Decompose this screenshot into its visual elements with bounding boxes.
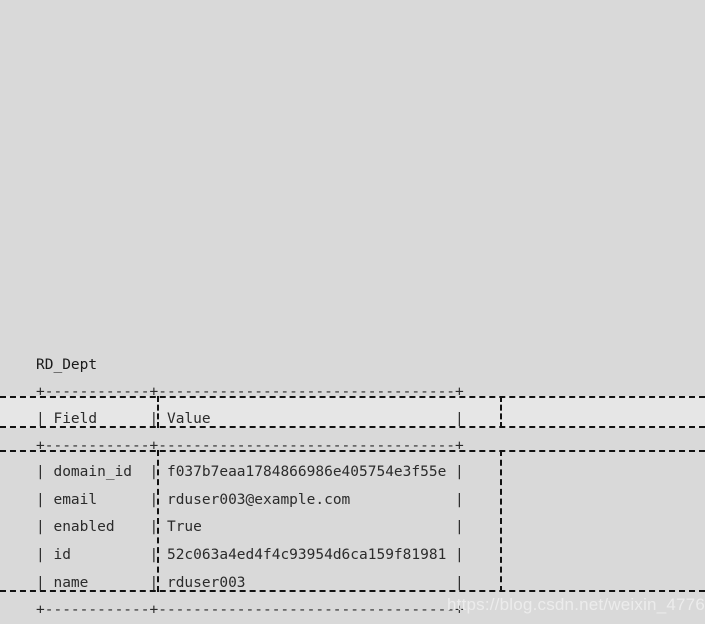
table-border-middle: +------------+--------------------------… <box>0 438 464 454</box>
table-cell-value: | f037b7eaa1784866986e405754e3f55e <box>149 464 456 480</box>
table-cell-field: | name <box>36 575 150 591</box>
table-row: | name | rduser003 | <box>0 575 464 591</box>
table-cell-end: | <box>455 575 464 591</box>
watermark: https://blog.csdn.net/weixin_47768822 <box>447 595 705 614</box>
table-row: | domain_id | f037b7eaa1784866986e405754… <box>0 464 464 480</box>
table-cell-end: | <box>455 547 464 563</box>
table-cell-value: | rduser003@example.com <box>149 492 456 508</box>
table-cell-end: | <box>455 492 464 508</box>
table-cell-end: | <box>455 519 464 535</box>
table-border: +------------+--------------------------… <box>36 602 464 618</box>
table-border: +------------+--------------------------… <box>36 384 464 400</box>
table-row: | enabled | True | <box>0 519 464 535</box>
table-cell-field: | domain_id <box>36 464 150 480</box>
table-cell-value: | True <box>149 519 456 535</box>
table-cell-end: | <box>455 464 464 480</box>
table-header-value: | Value <box>149 411 456 427</box>
table-border-bottom: +------------+--------------------------… <box>0 602 464 618</box>
terminal-line: Please Input New User Name : eg (usernam… <box>0 357 97 373</box>
terminal-screenshot: Please Input New User Name : eg (usernam… <box>0 0 705 624</box>
selection-divider-right-body <box>500 450 502 592</box>
table-border-top: +------------+--------------------------… <box>0 384 464 400</box>
table-row: | email | rduser003@example.com | <box>0 492 464 508</box>
table-header-row: | Field | Value | <box>0 411 464 427</box>
table-cell-field: | id <box>36 547 150 563</box>
table-border: +------------+--------------------------… <box>36 438 464 454</box>
table-header-end: | <box>455 411 464 427</box>
table-cell-value: | rduser003 <box>149 575 456 591</box>
table-header-field: | Field <box>36 411 150 427</box>
table-cell-field: | email <box>36 492 150 508</box>
terminal-text: RD_Dept <box>36 357 98 373</box>
selection-divider-right-header <box>500 396 502 428</box>
table-cell-field: | enabled <box>36 519 150 535</box>
table-cell-value: | 52c063a4ed4f4c93954d6ca159f81981 <box>149 547 456 563</box>
table-row: | id | 52c063a4ed4f4c93954d6ca159f81981 … <box>0 547 464 563</box>
